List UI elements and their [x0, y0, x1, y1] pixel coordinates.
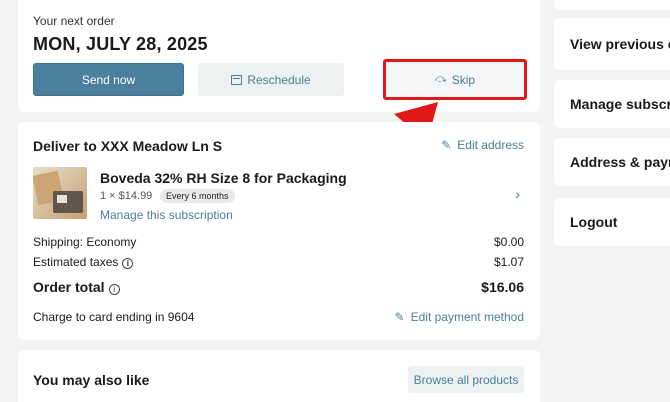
sidebar-item-manage-subscriptions[interactable]: Manage subscr [554, 80, 670, 128]
product-name: Boveda 32% RH Size 8 for Packaging [100, 170, 347, 186]
delivery-title: Deliver to XXX Meadow Ln S [33, 138, 223, 154]
edit-payment-label: Edit payment method [410, 310, 524, 324]
shipping-value: $0.00 [493, 235, 524, 249]
sidebar-top-card [554, 0, 670, 10]
chevron-right-icon[interactable]: › [515, 186, 520, 202]
edit-payment-link[interactable]: ✎ Edit payment method [395, 310, 524, 324]
tax-label-wrap: Estimated taxes i [33, 255, 134, 269]
sidebar-item-label: Manage subscr [570, 96, 670, 112]
sidebar-item-previous-orders[interactable]: View previous o [554, 18, 670, 70]
next-order-date: MON, JULY 28, 2025 [33, 34, 208, 54]
sidebar-item-address-payment[interactable]: Address & payn [554, 138, 670, 186]
skip-icon: ⤼ [434, 73, 447, 85]
shipping-row: Shipping: Economy $0.00 [33, 235, 524, 249]
send-now-button[interactable]: Send now [33, 63, 184, 96]
tax-value: $1.07 [493, 255, 524, 269]
sidebar-item-label: Logout [570, 214, 618, 230]
product-image [33, 167, 87, 219]
total-label: Order total [33, 279, 105, 295]
pencil-icon: ✎ [441, 138, 452, 152]
total-row: Order total i $16.06 [33, 279, 524, 295]
info-icon[interactable]: i [108, 284, 120, 295]
sidebar-item-label: Address & payn [570, 154, 670, 170]
tax-row: Estimated taxes i $1.07 [33, 255, 524, 269]
pencil-icon: ✎ [394, 310, 405, 324]
reschedule-label: Reschedule [247, 72, 311, 87]
reschedule-button[interactable]: Reschedule [198, 63, 344, 96]
tax-label: Estimated taxes [33, 255, 119, 269]
product-qty-price: 1 × $14.99 [100, 190, 153, 202]
info-icon[interactable]: i [122, 258, 134, 269]
browse-products-button[interactable]: Browse all products [408, 366, 524, 393]
card-label: Charge to card ending in 9604 [33, 310, 195, 324]
manage-subscription-link[interactable]: Manage this subscription [100, 208, 233, 222]
edit-address-label: Edit address [457, 138, 524, 152]
frequency-badge: Every 6 months [160, 189, 235, 203]
total-label-wrap: Order total i [33, 279, 120, 295]
edit-address-link[interactable]: ✎ Edit address [441, 138, 524, 152]
payment-row: Charge to card ending in 9604 ✎ Edit pay… [33, 310, 524, 324]
skip-label: Skip [451, 72, 476, 87]
sidebar-item-label: View previous o [570, 36, 670, 52]
next-order-label: Your next order [33, 14, 115, 28]
sidebar-item-logout[interactable]: Logout [554, 198, 670, 246]
also-like-title: You may also like [33, 372, 150, 388]
delivery-card: Deliver to XXX Meadow Ln S ✎ Edit addres… [18, 122, 540, 340]
skip-button[interactable]: ⤼ Skip [383, 59, 527, 100]
total-value: $16.06 [481, 279, 524, 295]
shipping-label: Shipping: Economy [33, 235, 137, 249]
next-order-card: Your next order MON, JULY 28, 2025 Send … [18, 0, 540, 112]
calendar-icon [231, 74, 243, 85]
also-like-card: You may also like Browse all products [18, 350, 540, 402]
